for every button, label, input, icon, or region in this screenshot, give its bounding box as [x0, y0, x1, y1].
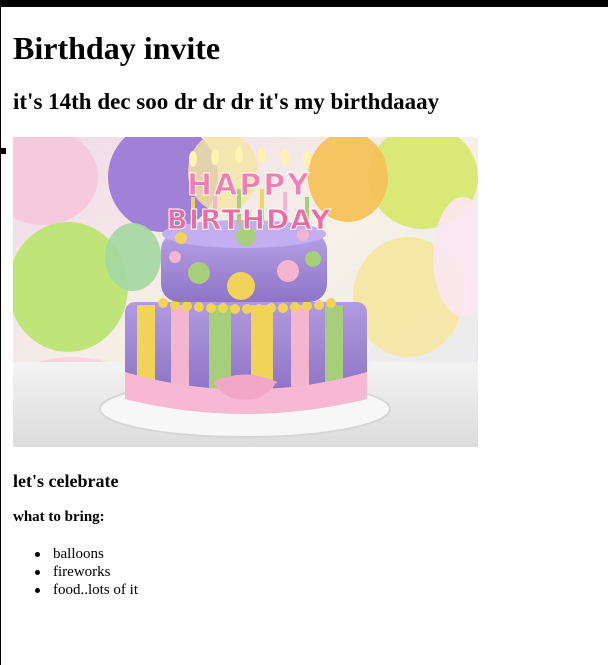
- bring-heading: what to bring:: [13, 509, 105, 525]
- list-item-label: balloons: [53, 546, 104, 562]
- bring-list: balloons fireworks food..lots of it: [13, 545, 603, 599]
- page-content: Birthday invite it's 14th dec soo dr dr …: [13, 20, 603, 599]
- list-item-label: fireworks: [53, 564, 111, 580]
- window-top-border: [0, 0, 608, 7]
- page-title: Birthday invite: [13, 30, 221, 66]
- bullet-icon: [35, 570, 40, 575]
- celebrate-heading: let's celebrate: [13, 471, 119, 491]
- list-item: food..lots of it: [35, 581, 603, 599]
- bullet-icon: [35, 588, 40, 593]
- list-item: balloons: [35, 545, 603, 563]
- list-item-label: food..lots of it: [53, 582, 138, 598]
- page-subtitle: it's 14th dec soo dr dr dr it's my birth…: [13, 89, 440, 114]
- bullet-icon: [35, 552, 40, 557]
- window-left-border: [0, 7, 7, 665]
- list-item: fireworks: [35, 563, 603, 581]
- happy-candle-letters: HAPPY: [187, 168, 311, 203]
- birthday-cake-image: HAPPY BIRTHDAY: [13, 137, 478, 447]
- birthday-candle-letters: BIRTHDAY: [166, 203, 331, 236]
- balloon-shape: [105, 223, 161, 291]
- window-edge-marker: [0, 148, 6, 154]
